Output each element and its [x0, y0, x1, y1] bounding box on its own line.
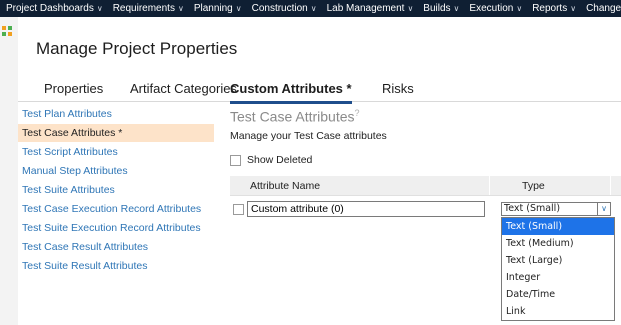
sidebar-item-test-case-execution-record[interactable]: Test Case Execution Record Attributes: [18, 200, 214, 218]
sidebar-item-test-case[interactable]: Test Case Attributes *: [18, 124, 214, 142]
nav-label: Reports: [532, 3, 568, 14]
nav-construction[interactable]: Construction ∨: [252, 3, 317, 14]
dropdown-option-text-large[interactable]: Text (Large): [502, 252, 614, 269]
chevron-down-icon[interactable]: ∨: [597, 203, 610, 215]
table-header: Attribute Name Type: [230, 176, 621, 196]
dropdown-option-text-small[interactable]: Text (Small): [502, 218, 614, 235]
sidebar-item-test-plan[interactable]: Test Plan Attributes: [18, 105, 214, 123]
section-title-text: Test Case Attributes: [230, 108, 355, 125]
main-content: Manage Project Properties Properties Art…: [18, 17, 621, 325]
left-icon-strip: [0, 17, 18, 325]
type-dropdown-list: Text (Small) Text (Medium) Text (Large) …: [501, 217, 615, 321]
nav-label: Planning: [193, 3, 233, 14]
chevron-down-icon: ∨: [177, 4, 184, 13]
tab-bar: Properties Artifact Categories Custom At…: [18, 77, 621, 104]
show-deleted-option: Show Deleted: [230, 154, 312, 166]
page-title: Manage Project Properties: [36, 39, 238, 58]
tab-custom-attributes[interactable]: Custom Attributes *: [230, 81, 352, 104]
nav-execution[interactable]: Execution ∨: [469, 3, 522, 14]
nav-label: Lab Management: [326, 3, 405, 14]
nav-label: Project Dashboards: [6, 3, 94, 14]
attribute-name-input[interactable]: [247, 201, 485, 217]
show-deleted-label: Show Deleted: [247, 154, 313, 166]
section-description: Manage your Test Case attributes: [230, 130, 387, 142]
attribute-sidebar: Test Plan Attributes Test Case Attribute…: [18, 105, 214, 276]
nav-label: Requirements: [112, 3, 175, 14]
dropdown-option-link[interactable]: Link: [502, 303, 614, 320]
nav-label: Builds: [423, 3, 451, 14]
nav-label: Change Request: [586, 3, 621, 14]
tab-properties[interactable]: Properties: [44, 81, 103, 101]
dropdown-option-date-time[interactable]: Date/Time: [502, 286, 614, 303]
column-divider: [610, 176, 611, 195]
dropdown-option-text-medium[interactable]: Text (Medium): [502, 235, 614, 252]
column-header-attribute-name: Attribute Name: [250, 180, 321, 192]
type-select-value: Text (Small): [504, 203, 561, 214]
chevron-down-icon: ∨: [407, 4, 414, 13]
chevron-down-icon: ∨: [516, 4, 523, 13]
nav-label: Execution: [469, 3, 514, 14]
nav-lab-management[interactable]: Lab Management ∨: [327, 3, 414, 14]
sidebar-item-manual-step[interactable]: Manual Step Attributes: [18, 162, 214, 180]
nav-project-dashboards[interactable]: Project Dashboards ∨: [6, 3, 103, 14]
nav-requirements[interactable]: Requirements ∨: [113, 3, 184, 14]
nav-change-request[interactable]: Change Request: [586, 3, 621, 14]
top-navigation-bar: Project Dashboards ∨ Requirements ∨ Plan…: [0, 0, 621, 17]
sidebar-item-test-suite[interactable]: Test Suite Attributes: [18, 181, 214, 199]
table-row: Text (Small) ∨ Text (Small) Text (Medium…: [230, 201, 621, 321]
tab-risks[interactable]: Risks: [382, 81, 414, 101]
chevron-down-icon: ∨: [96, 4, 103, 13]
sidebar-item-test-case-result[interactable]: Test Case Result Attributes: [18, 238, 214, 256]
nav-builds[interactable]: Builds ∨: [423, 3, 459, 14]
type-select[interactable]: Text (Small) ∨: [501, 202, 611, 216]
row-checkbox[interactable]: [233, 204, 244, 215]
show-deleted-checkbox[interactable]: [230, 154, 241, 166]
nav-planning[interactable]: Planning ∨: [194, 3, 242, 14]
chevron-down-icon: ∨: [235, 4, 242, 13]
column-header-type: Type: [522, 180, 545, 192]
sidebar-item-test-script[interactable]: Test Script Attributes: [18, 143, 214, 161]
nav-label: Construction: [251, 3, 308, 14]
nav-reports[interactable]: Reports ∨: [532, 3, 576, 14]
chevron-down-icon: ∨: [570, 4, 577, 13]
sidebar-item-test-suite-execution-record[interactable]: Test Suite Execution Record Attributes: [18, 219, 214, 237]
column-divider: [489, 176, 490, 195]
tab-artifact-categories[interactable]: Artifact Categories: [130, 81, 237, 101]
grid-icon[interactable]: [2, 26, 12, 36]
chevron-down-icon: ∨: [453, 4, 460, 13]
sidebar-item-test-suite-result[interactable]: Test Suite Result Attributes: [18, 257, 214, 275]
section-title: Test Case Attributes?: [230, 108, 360, 125]
dropdown-option-integer[interactable]: Integer: [502, 269, 614, 286]
chevron-down-icon: ∨: [310, 4, 317, 13]
help-icon[interactable]: ?: [355, 108, 360, 118]
